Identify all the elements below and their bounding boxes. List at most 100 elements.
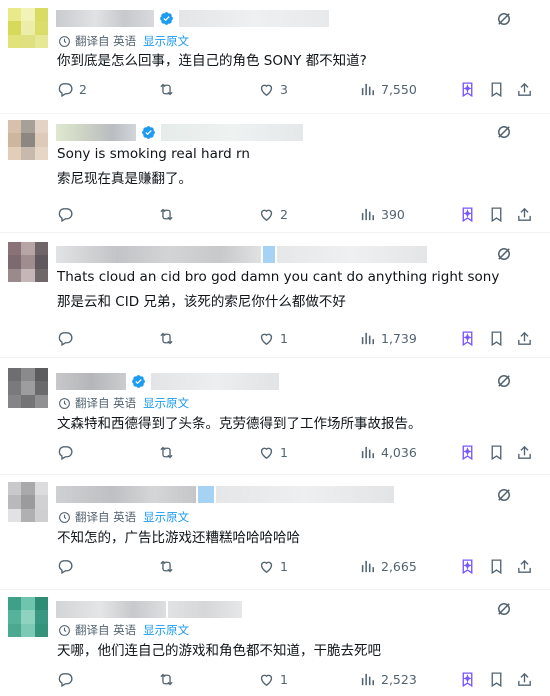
avatar[interactable] — [8, 368, 48, 408]
like-button[interactable]: 1 — [258, 558, 288, 575]
grok-bookmark-button[interactable] — [459, 330, 481, 347]
share-button[interactable] — [516, 330, 538, 347]
like-button[interactable]: 1 — [258, 671, 288, 688]
repost-button[interactable] — [158, 81, 180, 98]
views-count: 7,550 — [381, 82, 417, 97]
share-button[interactable] — [516, 206, 538, 223]
grok-slash-circle-icon[interactable] — [495, 486, 513, 504]
translation-note: 翻译自 英语 显示原文 — [58, 509, 189, 525]
post-text: 索尼现在真是赚翻了。 — [57, 171, 192, 187]
views-bar-chart-icon — [361, 332, 375, 345]
reply-button[interactable] — [57, 330, 79, 347]
translation-note: 翻译自 英语 显示原文 — [58, 622, 189, 638]
views-button[interactable]: 4,036 — [359, 444, 417, 461]
bookmark-icon — [491, 331, 502, 347]
share-button[interactable] — [516, 558, 538, 575]
action-bar: 1 4,036 — [0, 444, 550, 464]
author-name-redacted[interactable] — [56, 600, 242, 618]
share-icon — [518, 445, 531, 459]
repost-icon — [160, 446, 173, 459]
like-button[interactable]: 1 — [258, 330, 288, 347]
views-button[interactable]: 390 — [359, 206, 405, 223]
author-name-redacted[interactable] — [56, 372, 279, 390]
avatar[interactable] — [8, 8, 48, 48]
post[interactable]: Sony is smoking real hard rn 索尼现在真是赚翻了。 … — [0, 114, 550, 233]
grok-bookmark-button[interactable] — [459, 558, 481, 575]
like-count: 3 — [280, 82, 288, 97]
post[interactable]: 翻译自 英语 显示原文 你到底是怎么回事，连自己的角色 SONY 都不知道? 2… — [0, 0, 550, 114]
author-name-redacted[interactable] — [56, 485, 394, 503]
share-button[interactable] — [516, 444, 538, 461]
bookmark-icon — [491, 82, 502, 98]
share-icon — [518, 672, 531, 686]
views-button[interactable]: 2,665 — [359, 558, 417, 575]
show-original-link[interactable]: 显示原文 — [143, 622, 189, 638]
verified-badge-icon — [142, 125, 155, 139]
reply-button[interactable] — [57, 444, 79, 461]
reply-button[interactable]: 2 — [57, 81, 87, 98]
share-button[interactable] — [516, 81, 538, 98]
reply-button[interactable] — [57, 206, 79, 223]
post-text: 不知怎的，广告比游戏还糟糕哈哈哈哈哈 — [57, 530, 300, 546]
avatar[interactable] — [8, 482, 48, 522]
bookmark-button[interactable] — [488, 558, 510, 575]
post[interactable]: 翻译自 英语 显示原文 不知怎的，广告比游戏还糟糕哈哈哈哈哈 1 2,665 — [0, 475, 550, 590]
author-name-redacted[interactable] — [56, 9, 329, 27]
like-button[interactable]: 2 — [258, 206, 288, 223]
post[interactable]: 翻译自 英语 显示原文 文森特和西德得到了头条。克劳德得到了工作场所事故报告。 … — [0, 358, 550, 475]
post-text: 那是云和 CID 兄弟，该死的索尼你什么都做不好 — [57, 294, 346, 310]
reply-icon — [58, 83, 73, 98]
bookmark-button[interactable] — [488, 671, 510, 688]
translation-note: 翻译自 英语 显示原文 — [58, 33, 189, 49]
share-icon — [518, 331, 531, 345]
heart-icon — [260, 674, 273, 686]
bookmark-button[interactable] — [488, 206, 510, 223]
like-button[interactable]: 1 — [258, 444, 288, 461]
reply-count: 2 — [79, 82, 87, 97]
bookmark-button[interactable] — [488, 444, 510, 461]
avatar[interactable] — [8, 242, 48, 282]
share-button[interactable] — [516, 671, 538, 688]
avatar[interactable] — [8, 120, 48, 160]
show-original-link[interactable]: 显示原文 — [143, 33, 189, 49]
grok-bookmark-button[interactable] — [459, 81, 481, 98]
grok-bookmark-button[interactable] — [459, 671, 481, 688]
action-bar: 2 3 7,550 — [0, 81, 550, 101]
views-button[interactable]: 2,523 — [359, 671, 417, 688]
like-button[interactable]: 3 — [258, 81, 288, 98]
repost-button[interactable] — [158, 671, 180, 688]
grok-slash-circle-icon[interactable] — [495, 123, 513, 141]
views-button[interactable]: 7,550 — [359, 81, 417, 98]
bookmark-button[interactable] — [488, 81, 510, 98]
like-count: 1 — [280, 559, 288, 574]
author-name-redacted[interactable] — [56, 245, 427, 263]
grok-slash-circle-icon[interactable] — [495, 372, 513, 390]
post-text: Thats cloud an cid bro god damn you cant… — [57, 269, 500, 285]
repost-button[interactable] — [158, 330, 180, 347]
repost-button[interactable] — [158, 206, 180, 223]
share-icon — [518, 559, 531, 573]
grok-slash-circle-icon[interactable] — [495, 245, 513, 263]
grok-bookmark-button[interactable] — [459, 444, 481, 461]
reply-button[interactable] — [57, 558, 79, 575]
author-name-redacted[interactable] — [56, 123, 303, 141]
translate-icon — [59, 624, 70, 636]
grok-slash-circle-icon[interactable] — [495, 10, 513, 28]
action-bar: 1 2,665 — [0, 558, 550, 578]
repost-button[interactable] — [158, 444, 180, 461]
grok-bookmark-button[interactable] — [459, 206, 481, 223]
grok-slash-circle-icon[interactable] — [495, 600, 513, 618]
post[interactable]: Thats cloud an cid bro god damn you cant… — [0, 233, 550, 358]
like-count: 2 — [280, 207, 288, 222]
bookmark-icon — [491, 672, 502, 688]
views-button[interactable]: 1,739 — [359, 330, 417, 347]
like-count: 1 — [280, 672, 288, 687]
show-original-link[interactable]: 显示原文 — [143, 395, 189, 411]
bookmark-button[interactable] — [488, 330, 510, 347]
post[interactable]: 翻译自 英语 显示原文 天哪，他们连自己的游戏和角色都不知道，干脆去死吧 1 2… — [0, 590, 550, 696]
avatar[interactable] — [8, 597, 48, 637]
views-count: 2,665 — [381, 559, 417, 574]
repost-button[interactable] — [158, 558, 180, 575]
show-original-link[interactable]: 显示原文 — [143, 509, 189, 525]
reply-button[interactable] — [57, 671, 79, 688]
